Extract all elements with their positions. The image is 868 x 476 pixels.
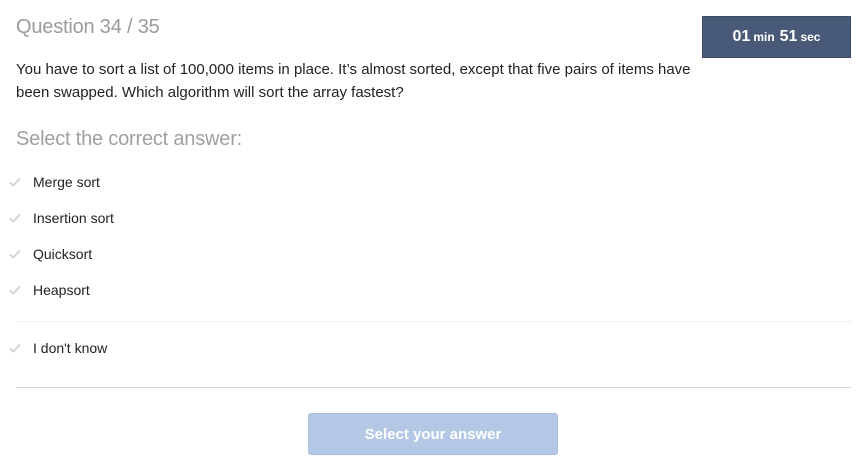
dont-know-section: I don't know [0, 330, 868, 366]
answer-option-merge-sort[interactable]: Merge sort [0, 164, 868, 200]
answer-option-label: Insertion sort [33, 210, 114, 226]
footer-divider [16, 387, 851, 388]
answer-option-dont-know[interactable]: I don't know [0, 330, 868, 366]
submit-answer-button[interactable]: Select your answer [308, 413, 558, 455]
answer-option-label: Merge sort [33, 174, 100, 190]
checkmark-icon [8, 175, 22, 189]
quiz-page: Question 34 / 35 01 min 51 sec You have … [0, 0, 868, 476]
timer-minutes: 01 [732, 28, 751, 45]
checkmark-icon [8, 283, 22, 297]
checkmark-icon [8, 341, 22, 355]
checkmark-icon [8, 211, 22, 225]
timer-seconds-unit: sec [800, 30, 821, 44]
answer-option-heapsort[interactable]: Heapsort [0, 272, 868, 308]
answer-option-label: I don't know [33, 340, 108, 356]
question-text: You have to sort a list of 100,000 items… [16, 61, 691, 101]
answer-option-label: Quicksort [33, 246, 93, 262]
timer-minutes-unit: min [753, 30, 775, 44]
answer-option-insertion-sort[interactable]: Insertion sort [0, 200, 868, 236]
answer-prompt: Select the correct answer: [16, 128, 243, 150]
checkmark-icon [8, 247, 22, 261]
answer-option-label: Heapsort [33, 282, 90, 298]
answer-options: Merge sort Insertion sort Quicksort Heap… [0, 164, 868, 308]
countdown-timer: 01 min 51 sec [702, 16, 851, 58]
question-counter: Question 34 / 35 [16, 16, 160, 38]
timer-seconds: 51 [779, 28, 798, 45]
answer-option-quicksort[interactable]: Quicksort [0, 236, 868, 272]
options-divider [16, 321, 851, 322]
